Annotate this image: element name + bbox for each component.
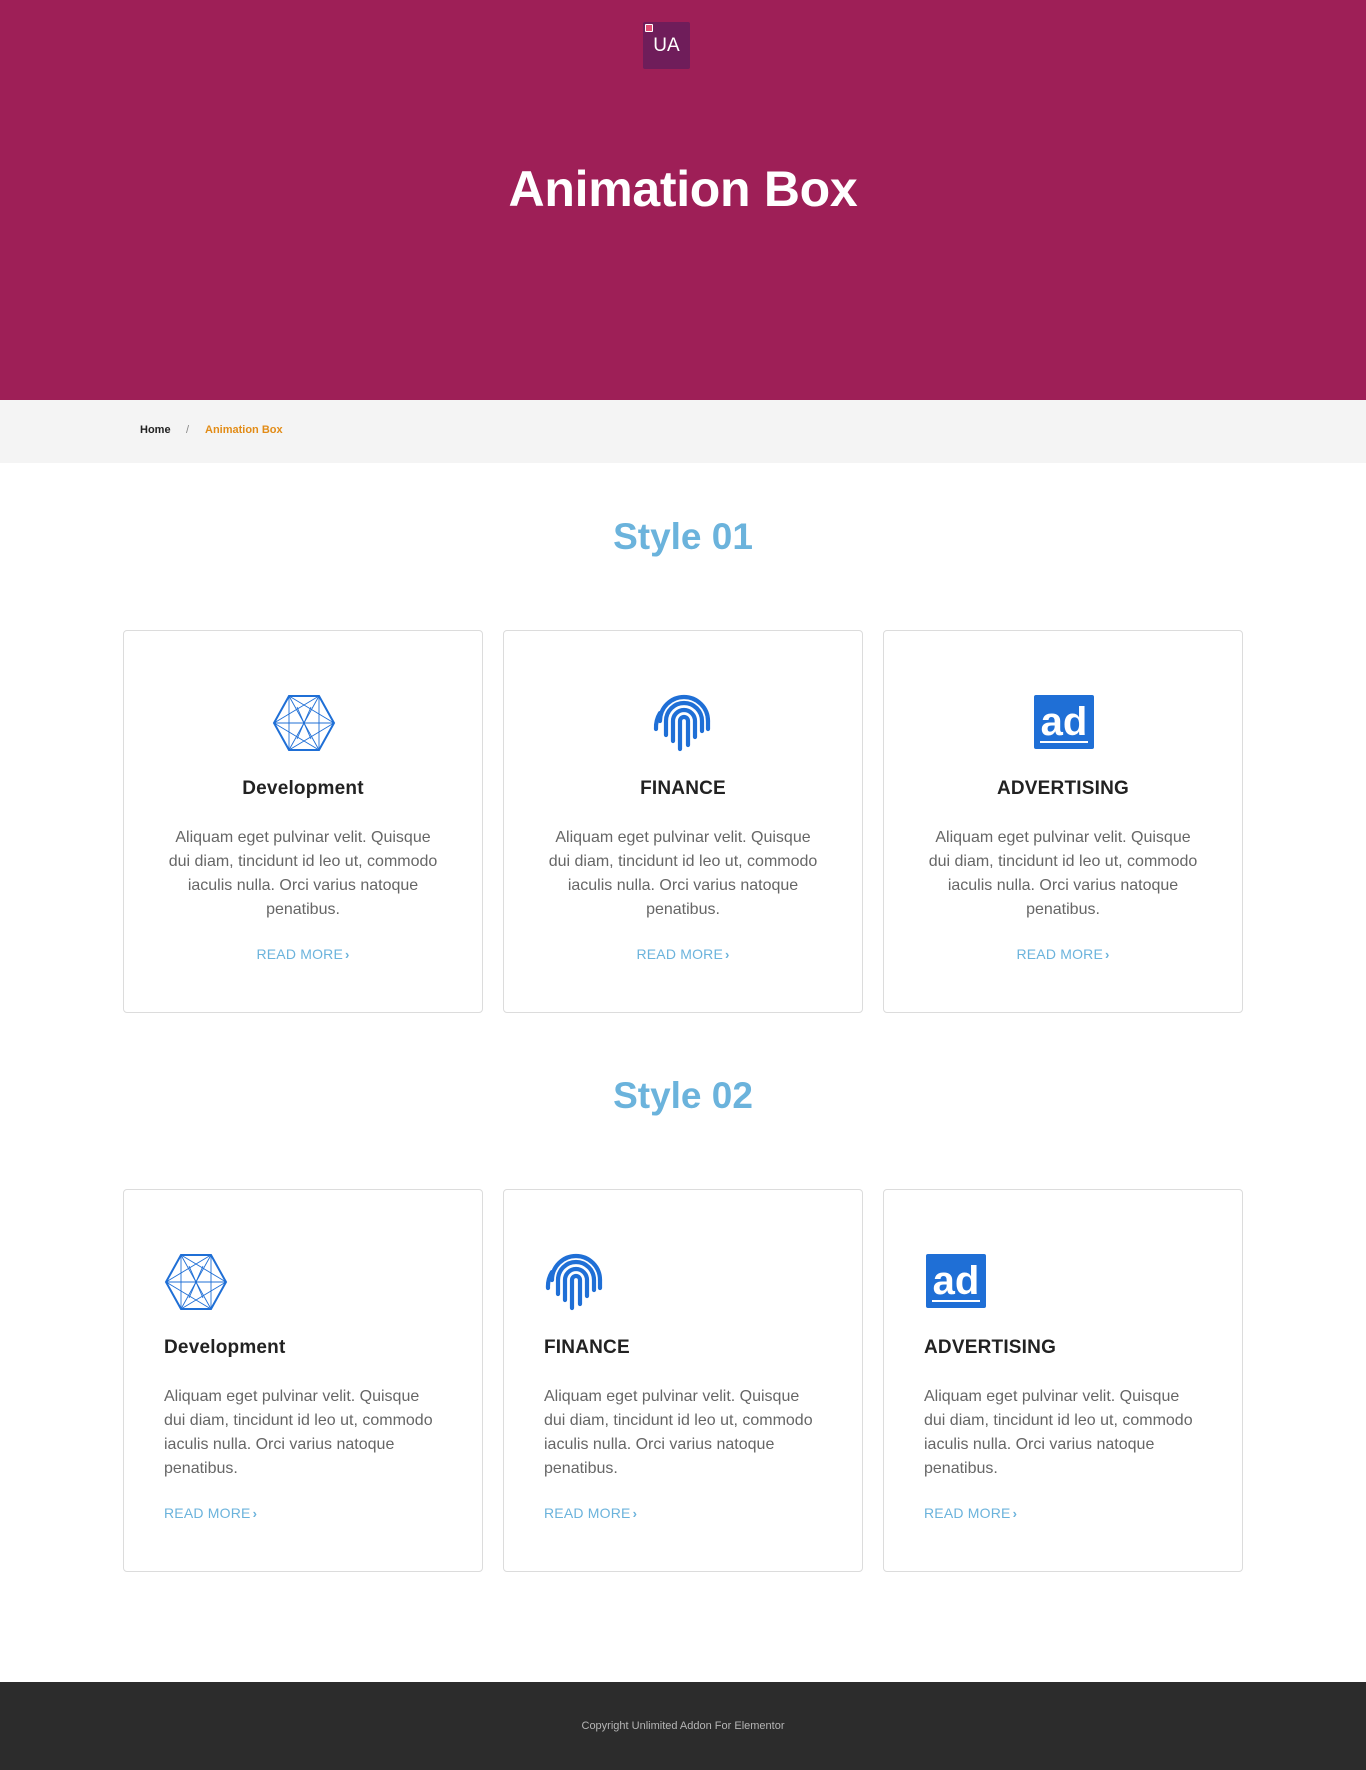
animation-box-card[interactable]: ad ADVERTISING Aliquam eget pulvinar vel… <box>883 630 1243 1013</box>
ad-icon: ad <box>1032 691 1096 755</box>
ad-icon: ad <box>924 1250 988 1314</box>
card-title: Development <box>164 1337 286 1358</box>
footer-copyright: Copyright Unlimited Addon For Elementor <box>581 1720 785 1732</box>
fingerprint-icon <box>544 1250 608 1314</box>
animation-box-card[interactable]: FINANCE Aliquam eget pulvinar velit. Qui… <box>503 630 863 1013</box>
read-more-label: READ MORE <box>924 1505 1011 1521</box>
svg-text:ad: ad <box>1041 700 1088 744</box>
card-text: Aliquam eget pulvinar velit. Quisque dui… <box>544 1388 813 1477</box>
fingerprint-icon <box>652 691 716 755</box>
read-more-link[interactable]: READ MORE › <box>504 946 862 962</box>
logo-text: UA <box>653 35 680 56</box>
animation-box-card[interactable]: Development Aliquam eget pulvinar velit.… <box>123 630 483 1013</box>
hexagon-network-icon <box>272 691 336 755</box>
card-title: FINANCE <box>544 1337 630 1358</box>
card-text: Aliquam eget pulvinar velit. Quisque dui… <box>168 829 438 918</box>
chevron-right-icon: › <box>1105 947 1110 962</box>
chevron-right-icon: › <box>725 947 730 962</box>
section-title-style-01: Style 01 <box>613 516 753 557</box>
hexagon-network-icon <box>164 1250 228 1314</box>
read-more-link[interactable]: READ MORE › <box>884 946 1242 962</box>
card-title: ADVERTISING <box>924 1337 1057 1358</box>
svg-text:ad: ad <box>933 1259 980 1303</box>
read-more-link[interactable]: READ MORE › <box>924 1505 1017 1521</box>
breadcrumb: Home / Animation Box <box>0 400 1366 463</box>
read-more-label: READ MORE <box>256 946 344 962</box>
card-title: ADVERTISING <box>996 778 1130 799</box>
animation-box-card[interactable]: ad ADVERTISING Aliquam eget pulvinar vel… <box>883 1189 1243 1572</box>
breadcrumb-separator: / <box>186 424 190 436</box>
read-more-link[interactable]: READ MORE › <box>544 1505 637 1521</box>
read-more-label: READ MORE <box>164 1505 251 1521</box>
read-more-link[interactable]: READ MORE › <box>164 1505 257 1521</box>
page-title: Animation Box <box>508 161 858 217</box>
card-text: Aliquam eget pulvinar velit. Quisque dui… <box>164 1388 433 1477</box>
chevron-right-icon: › <box>1012 1506 1018 1521</box>
chevron-right-icon: › <box>632 1506 638 1521</box>
page-footer: Copyright Unlimited Addon For Elementor <box>0 1682 1366 1770</box>
breadcrumb-current: Animation Box <box>205 424 283 436</box>
card-text: Aliquam eget pulvinar velit. Quisque dui… <box>928 829 1198 918</box>
breadcrumb-home-link[interactable]: Home <box>140 424 171 436</box>
read-more-label: READ MORE <box>1016 946 1104 962</box>
card-text: Aliquam eget pulvinar velit. Quisque dui… <box>548 829 818 918</box>
read-more-label: READ MORE <box>636 946 724 962</box>
chevron-right-icon: › <box>252 1506 258 1521</box>
card-text: Aliquam eget pulvinar velit. Quisque dui… <box>924 1388 1193 1477</box>
page-header: UA Animation Box <box>0 0 1366 400</box>
animation-box-card[interactable]: FINANCE Aliquam eget pulvinar velit. Qui… <box>503 1189 863 1572</box>
card-title: FINANCE <box>640 778 726 799</box>
chevron-right-icon: › <box>345 947 350 962</box>
section-title-style-02: Style 02 <box>613 1075 753 1116</box>
read-more-label: READ MORE <box>544 1505 631 1521</box>
site-logo[interactable]: UA <box>643 22 690 69</box>
card-title: Development <box>242 778 364 799</box>
read-more-link[interactable]: READ MORE › <box>124 946 482 962</box>
animation-box-card[interactable]: Development Aliquam eget pulvinar velit.… <box>123 1189 483 1572</box>
